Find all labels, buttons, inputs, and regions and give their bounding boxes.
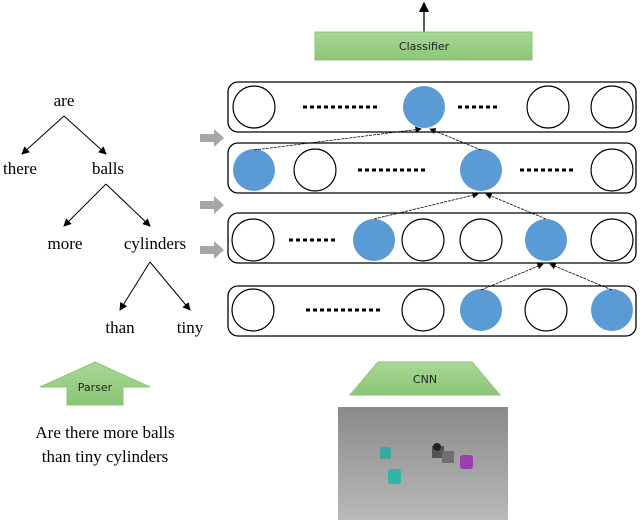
active-node (403, 86, 445, 128)
parser-label: Parser (78, 381, 113, 394)
node (590, 218, 634, 262)
active-node (460, 149, 502, 191)
node (231, 218, 275, 262)
tree-node: balls (92, 159, 124, 178)
tree-node: are (54, 91, 75, 110)
parse-tree-edges (21, 115, 191, 311)
active-node (591, 289, 633, 331)
side-arrow-icon (200, 129, 224, 147)
classifier-label: Classifier (399, 40, 450, 53)
node (526, 85, 570, 129)
scene-image (338, 407, 508, 520)
connection-arrow (373, 192, 479, 220)
active-node (353, 219, 395, 261)
tree-node: than (105, 318, 135, 337)
tree-node: more (48, 234, 83, 253)
connection-arrow (485, 193, 547, 220)
active-node (233, 149, 275, 191)
side-arrow-icon (200, 196, 224, 214)
side-arrow-icon (200, 241, 224, 259)
diagram: Classifier are there balls more cylinder… (0, 0, 640, 522)
active-node (460, 289, 502, 331)
question-line1: Are there more balls (35, 423, 174, 442)
active-node (525, 219, 567, 261)
tree-node: cylinders (124, 234, 186, 253)
node (232, 85, 276, 129)
node (293, 148, 337, 192)
cnn-label: CNN (413, 373, 437, 386)
node (524, 288, 568, 332)
node (231, 288, 275, 332)
tree-node: tiny (177, 318, 204, 337)
node (590, 148, 634, 192)
tree-node: there (3, 159, 37, 178)
node (401, 218, 445, 262)
node (401, 288, 445, 332)
node (590, 85, 634, 129)
question-line2: than tiny cylinders (42, 447, 169, 466)
node (459, 218, 503, 262)
layer-2 (227, 142, 637, 194)
